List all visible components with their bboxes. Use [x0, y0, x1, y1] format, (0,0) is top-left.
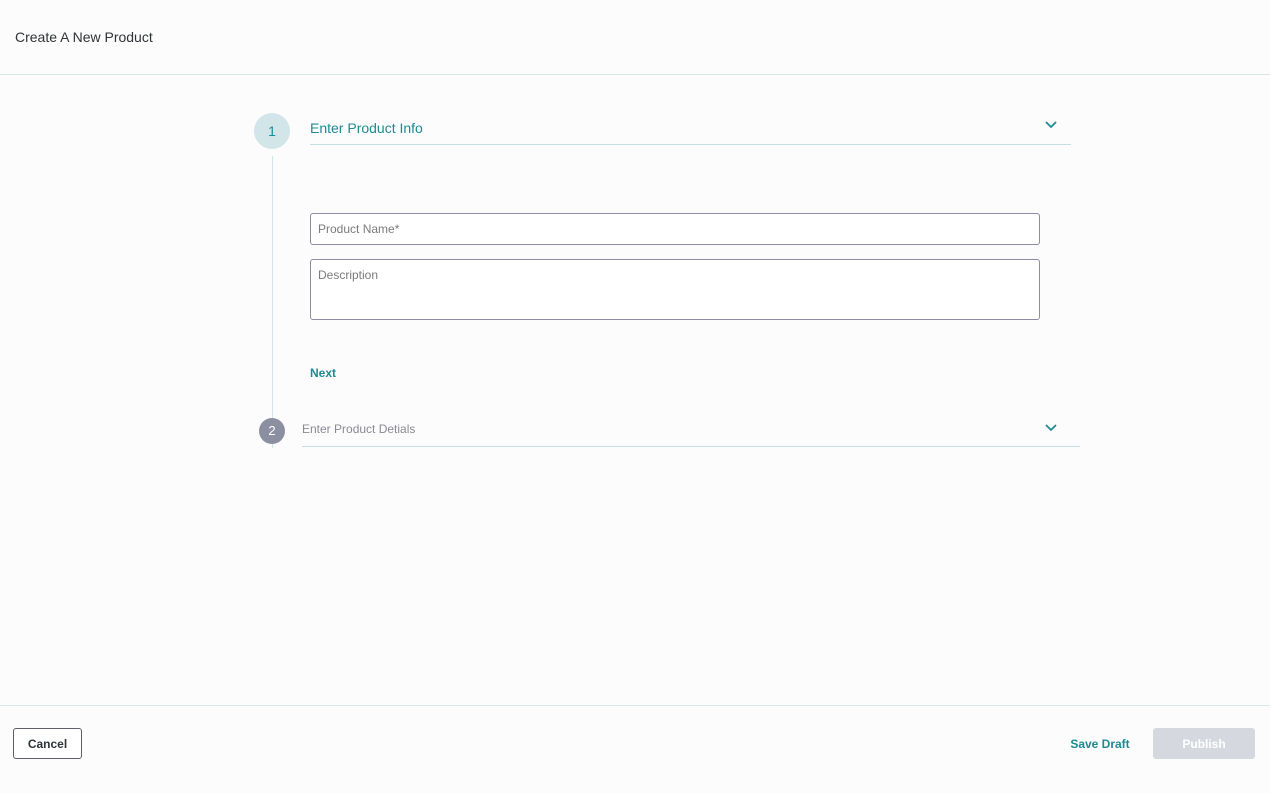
step-2-title: Enter Product Detials — [302, 422, 416, 436]
chevron-down-icon[interactable] — [1043, 420, 1059, 436]
product-name-input[interactable] — [310, 213, 1040, 245]
description-input[interactable] — [310, 259, 1040, 320]
step-2-header[interactable]: Enter Product Detials — [302, 414, 1080, 447]
step-1-header[interactable]: Enter Product Info — [310, 113, 1071, 145]
next-button[interactable]: Next — [310, 366, 336, 381]
page-header: Create A New Product — [0, 0, 1270, 75]
step-1-indicator: 1 — [254, 113, 290, 149]
cancel-button[interactable]: Cancel — [13, 728, 82, 759]
chevron-down-icon[interactable] — [1043, 117, 1059, 133]
step-1-title: Enter Product Info — [310, 120, 423, 136]
stepper-connector-line — [272, 156, 273, 448]
publish-button[interactable]: Publish — [1153, 728, 1255, 759]
step-2-indicator: 2 — [259, 418, 285, 444]
page-title: Create A New Product — [15, 29, 153, 45]
save-draft-button[interactable]: Save Draft — [1063, 728, 1137, 759]
create-product-page: Create A New Product 1 Enter Product Inf… — [0, 0, 1270, 793]
